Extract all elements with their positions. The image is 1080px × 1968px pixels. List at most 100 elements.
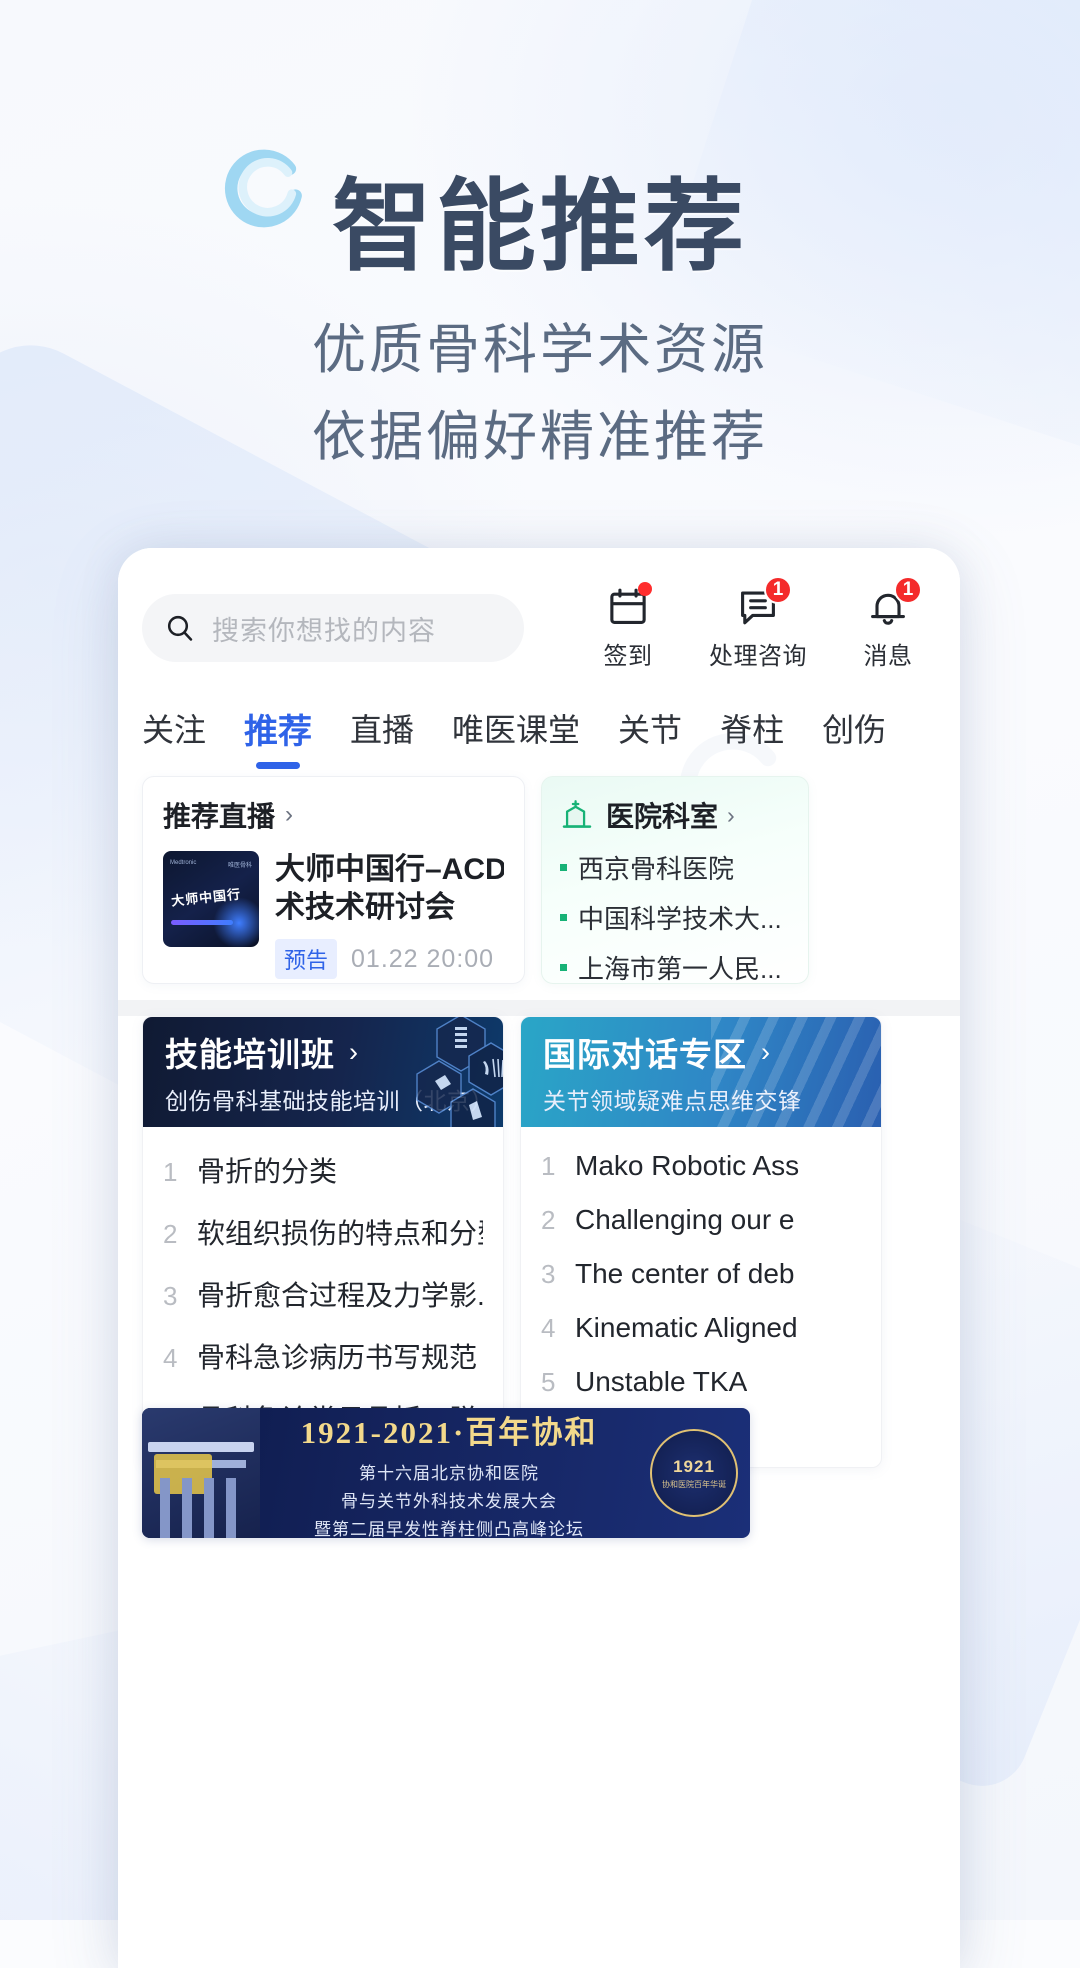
- top-cards-row: 推荐直播 › Medtronic 唯医骨科 大师中国行 大师中国行–ACDF手 …: [142, 776, 960, 984]
- list-item-label: 骨科急诊病历书写规范: [197, 1342, 478, 1373]
- search-icon: [167, 615, 193, 641]
- stripe-decoration: [711, 1017, 881, 1127]
- list-index: 5: [541, 1367, 556, 1397]
- list-item-label: 骨折的分类: [197, 1156, 338, 1187]
- tab-jizhu[interactable]: 脊柱: [720, 705, 784, 759]
- list-item[interactable]: 5 Unstable TKA: [541, 1355, 861, 1409]
- list-item[interactable]: 1 骨折的分类: [163, 1139, 483, 1201]
- toolbar-actions: 签到 1 处理咨询 1 消息: [524, 576, 936, 671]
- phone-mockup: 搜索你想找的内容 签到 1 处理咨询 1 消息 关注 推荐 直播 唯医课堂 关节…: [118, 548, 960, 1968]
- tab-chuangshang[interactable]: 创伤: [822, 705, 886, 759]
- list-item[interactable]: 2 Challenging our e: [541, 1193, 861, 1247]
- promo-banner[interactable]: 1921-2021·百年协和 第十六届北京协和医院 骨与关节外科技术发展大会 暨…: [142, 1408, 750, 1538]
- hospital-department-list: 西京骨科医院 中国科学技术大... 上海市第一人民...: [560, 849, 790, 986]
- bullet-icon: [560, 864, 567, 871]
- list-item-label: Challenging our e: [575, 1204, 795, 1235]
- checkin-red-dot: [638, 582, 652, 596]
- tab-label: 脊柱: [720, 712, 785, 748]
- list-item[interactable]: 上海市第一人民...: [560, 949, 790, 986]
- list-index: 3: [541, 1259, 556, 1289]
- list-index: 1: [163, 1157, 178, 1187]
- hospital-department-card[interactable]: 医院科室 › 西京骨科医院 中国科学技术大... 上海市第一人民...: [541, 776, 809, 984]
- recommended-live-title: 推荐直播: [163, 801, 276, 832]
- tab-label: 直播: [350, 712, 415, 748]
- promo-hospital-photo: [142, 1408, 260, 1538]
- recommended-live-card[interactable]: 推荐直播 › Medtronic 唯医骨科 大师中国行 大师中国行–ACDF手 …: [142, 776, 525, 984]
- chevron-right-icon: ›: [285, 801, 294, 828]
- list-index: 2: [541, 1205, 556, 1235]
- tab-label: 推荐: [244, 712, 313, 751]
- skills-training-banner[interactable]: 技能培训班 › 创伤骨科基础技能培训（北京）: [143, 1017, 503, 1127]
- tab-guanjie[interactable]: 关节: [618, 705, 682, 759]
- live-title-line2: 术技术研讨会: [275, 891, 455, 924]
- tab-label: 创伤: [822, 712, 887, 748]
- hexagon-decoration-icon: [416, 1017, 503, 1127]
- tab-weiyiketang[interactable]: 唯医课堂: [452, 705, 580, 759]
- recommended-live-header[interactable]: 推荐直播 ›: [163, 795, 504, 835]
- message-button[interactable]: 1 消息: [846, 576, 930, 671]
- hospital-icon: [562, 800, 592, 828]
- list-item-label: 软组织损伤的特点和分型: [197, 1218, 483, 1249]
- list-item[interactable]: 中国科学技术大...: [560, 899, 790, 936]
- thumb-brand-left: Medtronic: [170, 860, 197, 866]
- chevron-right-icon: ›: [727, 801, 735, 828]
- list-index: 3: [163, 1281, 178, 1311]
- list-index: 4: [541, 1313, 556, 1343]
- international-dialogue-list: 1 Mako Robotic Ass 2 Challenging our e 3 Th…: [521, 1127, 881, 1427]
- list-item-label: 西京骨科医院: [578, 854, 735, 884]
- list-item-label: Kinematic Aligned: [575, 1312, 798, 1343]
- list-index: 1: [541, 1151, 556, 1181]
- list-item[interactable]: 1 Mako Robotic Ass: [541, 1139, 861, 1193]
- tab-zhibo[interactable]: 直播: [350, 705, 414, 759]
- photo-roof: [148, 1442, 254, 1452]
- live-text-block: 大师中国行–ACDF手 术技术研讨会 预告 01.22 20:00: [275, 851, 504, 979]
- list-item-label: Mako Robotic Ass: [575, 1150, 800, 1181]
- live-item[interactable]: Medtronic 唯医骨科 大师中国行 大师中国行–ACDF手 术技术研讨会 …: [163, 851, 504, 979]
- list-item-label: 骨折愈合过程及力学影...: [197, 1280, 483, 1311]
- search-input[interactable]: 搜索你想找的内容: [142, 594, 524, 662]
- skills-training-card[interactable]: 技能培训班 › 创伤骨科基础技能培训（北京） 1 骨折的分类 2 软组织损伤的特点和…: [142, 1016, 504, 1468]
- search-placeholder: 搜索你想找的内容: [212, 615, 436, 646]
- hospital-department-header[interactable]: 医院科室 ›: [560, 795, 790, 835]
- tab-label: 关注: [142, 712, 207, 748]
- consult-button[interactable]: 1 处理咨询: [709, 576, 807, 671]
- photo-col-2: [182, 1478, 192, 1538]
- promo-text-block: 1921-2021·百年协和 第十六届北京协和医院 骨与关节外科技术发展大会 暨…: [260, 1408, 638, 1539]
- list-item[interactable]: 3 The center of deb: [541, 1247, 861, 1301]
- list-item-label: 上海市第一人民...: [578, 954, 782, 984]
- banner-cards-row: 技能培训班 › 创伤骨科基础技能培训（北京） 1 骨折的分类 2 软组织损伤的特点和…: [142, 1016, 960, 1468]
- message-badge: 1: [894, 576, 922, 604]
- photo-col-4: [226, 1478, 236, 1538]
- seal-subtext: 协和医院百年华诞: [662, 1479, 726, 1489]
- list-item[interactable]: 4 Kinematic Aligned: [541, 1301, 861, 1355]
- tab-tuijian[interactable]: 推荐: [244, 704, 313, 769]
- consult-label: 处理咨询: [709, 643, 807, 670]
- page-title: 智能推荐: [332, 171, 748, 283]
- list-index: 4: [163, 1343, 178, 1373]
- promo-line-3: 暨第二届早发性脊柱侧凸高峰论坛: [314, 1519, 584, 1539]
- photo-col-3: [204, 1478, 214, 1538]
- list-item[interactable]: 3 骨折愈合过程及力学影...: [163, 1263, 483, 1325]
- tab-label: 关节: [618, 712, 683, 748]
- tab-label: 唯医课堂: [452, 712, 581, 748]
- international-dialogue-banner[interactable]: 国际对话专区 › 关节领域疑难点思维交锋: [521, 1017, 881, 1127]
- seal-year: 1921: [673, 1456, 715, 1476]
- live-thumbnail: Medtronic 唯医骨科 大师中国行: [163, 851, 259, 947]
- status-badge: 预告: [275, 939, 338, 979]
- list-item[interactable]: 2 软组织损伤的特点和分型: [163, 1201, 483, 1263]
- seal-circle: 1921 协和医院百年华诞: [650, 1429, 738, 1517]
- tab-guanzhu[interactable]: 关注: [142, 705, 206, 759]
- live-time: 01.22 20:00: [351, 944, 495, 973]
- thumb-bar: [171, 920, 233, 925]
- live-meta: 预告 01.22 20:00: [275, 939, 504, 979]
- promo-seal: 1921 协和医院百年华诞: [638, 1408, 750, 1538]
- list-item[interactable]: 4 骨科急诊病历书写规范: [163, 1325, 483, 1387]
- photo-col-1: [160, 1478, 170, 1538]
- list-index: 2: [163, 1219, 178, 1249]
- checkin-button[interactable]: 签到: [586, 582, 670, 671]
- consult-badge: 1: [764, 576, 792, 604]
- checkin-label: 签到: [603, 643, 653, 670]
- international-dialogue-card[interactable]: 国际对话专区 › 关节领域疑难点思维交锋 1 Mako Robotic Ass 2…: [520, 1016, 882, 1468]
- thumb-brand-right: 唯医骨科: [227, 863, 252, 869]
- list-item[interactable]: 西京骨科医院: [560, 849, 790, 886]
